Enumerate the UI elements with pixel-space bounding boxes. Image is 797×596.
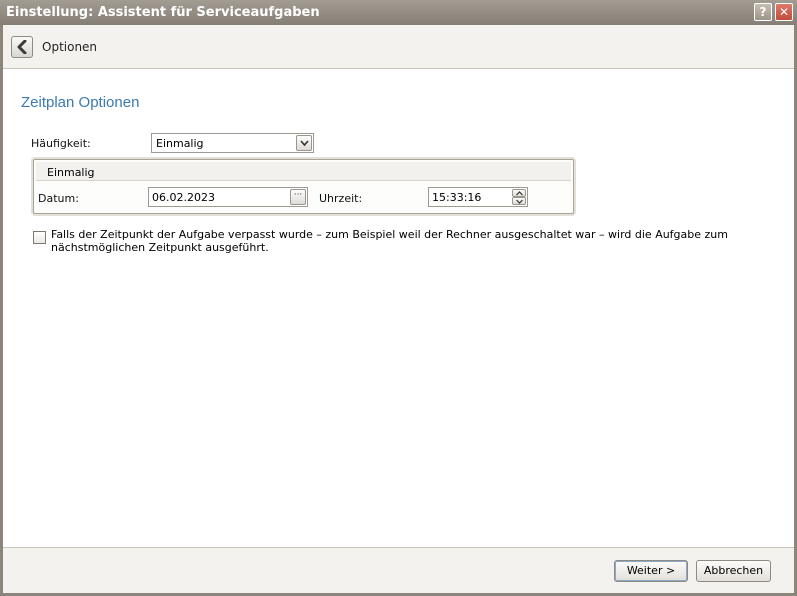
frequency-select[interactable]: Einmalig xyxy=(151,133,314,153)
missed-run-label: Falls der Zeitpunkt der Aufgabe verpasst… xyxy=(51,228,728,254)
calendar-picker-button[interactable]: ··· xyxy=(290,189,306,205)
arrow-up-icon xyxy=(516,191,523,196)
title-bar: Einstellung: Assistent für Serviceaufgab… xyxy=(0,0,797,25)
help-button[interactable]: ? xyxy=(754,3,772,21)
date-field[interactable]: 06.02.2023 ··· xyxy=(148,187,308,207)
wizard-client-area: Optionen Zeitplan Optionen Häufigkeit: E… xyxy=(3,25,794,593)
dropdown-button[interactable] xyxy=(296,135,312,151)
chevron-down-icon xyxy=(300,140,309,147)
window-title: Einstellung: Assistent für Serviceaufgab… xyxy=(6,5,320,20)
date-value: 06.02.2023 xyxy=(152,191,215,204)
time-spinner[interactable] xyxy=(512,189,526,205)
time-value: 15:33:16 xyxy=(432,191,482,204)
date-label: Datum: xyxy=(38,192,79,205)
wizard-footer: Weiter > Abbrechen xyxy=(3,547,794,593)
step-label: Optionen xyxy=(42,40,98,54)
chevron-left-icon xyxy=(17,40,27,54)
time-label: Uhrzeit: xyxy=(319,192,363,205)
group-title: Einmalig xyxy=(47,166,95,179)
next-button[interactable]: Weiter > xyxy=(614,560,688,582)
frequency-value: Einmalig xyxy=(156,137,204,150)
time-field[interactable]: 15:33:16 xyxy=(428,187,528,207)
wizard-header: Optionen xyxy=(3,25,794,69)
spin-up-button[interactable] xyxy=(512,189,526,197)
wizard-window: Einstellung: Assistent für Serviceaufgab… xyxy=(0,0,797,596)
spin-down-button[interactable] xyxy=(512,197,526,205)
page-title: Zeitplan Optionen xyxy=(21,94,140,111)
frequency-label: Häufigkeit: xyxy=(31,137,91,150)
arrow-down-icon xyxy=(516,199,523,204)
missed-run-checkbox[interactable] xyxy=(33,231,46,244)
back-button[interactable] xyxy=(11,36,33,58)
cancel-button[interactable]: Abbrechen xyxy=(696,560,771,582)
close-button[interactable]: ✕ xyxy=(775,3,793,21)
group-header: Einmalig xyxy=(36,162,571,181)
